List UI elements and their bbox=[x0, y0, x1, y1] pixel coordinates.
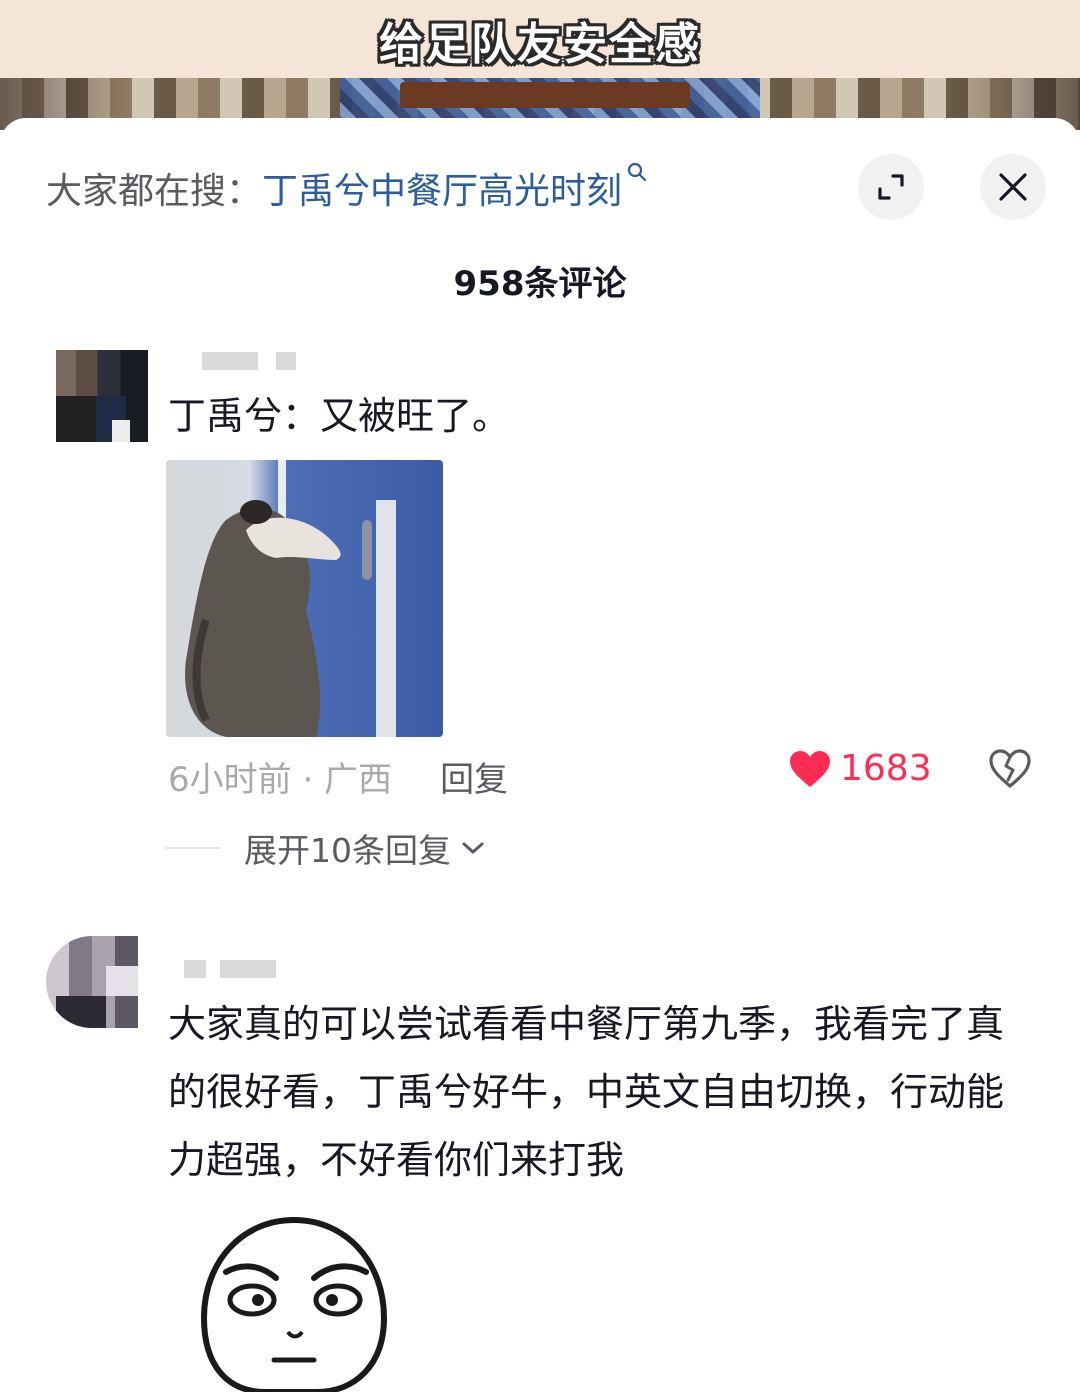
reply-button[interactable]: 回复 bbox=[440, 752, 508, 801]
username-redacted[interactable] bbox=[202, 352, 258, 370]
expand-replies-label: 展开10条回复 bbox=[244, 831, 451, 870]
expand-icon bbox=[878, 174, 904, 200]
dislike-button[interactable] bbox=[988, 748, 1032, 794]
username-redacted[interactable] bbox=[220, 960, 276, 978]
username-redacted[interactable] bbox=[184, 960, 206, 978]
avatar[interactable] bbox=[56, 350, 148, 442]
search-icon bbox=[627, 162, 647, 182]
possum-sticker bbox=[166, 460, 396, 737]
comment-text: 大家真的可以尝试看看中餐厅第九季，我看完了真的很好看，丁禹兮好牛，中英文自由切换… bbox=[168, 1002, 1005, 1182]
comment-meta: 6小时前 · 广西 回复 bbox=[168, 752, 508, 801]
divider-line bbox=[166, 847, 220, 849]
trending-search-prefix: 大家都在搜： bbox=[46, 171, 263, 212]
close-icon bbox=[999, 173, 1027, 201]
comment-sheet: 大家都在搜： 丁禹兮中餐厅高光时刻 958条评论 丁禹兮：又被旺了。 6小时前 … bbox=[0, 118, 1080, 1392]
meme-face-sticker[interactable] bbox=[196, 1214, 392, 1392]
avatar[interactable] bbox=[46, 936, 138, 1028]
video-caption: 给足队友安全感 bbox=[379, 19, 701, 70]
video-frame-detail bbox=[400, 82, 690, 108]
broken-heart-icon bbox=[989, 749, 1031, 788]
expand-replies-button[interactable]: 展开10条回复 bbox=[166, 824, 485, 872]
comment-sticker-image[interactable] bbox=[166, 460, 443, 737]
like-button[interactable]: 1683 bbox=[788, 748, 932, 789]
avatar-pixel bbox=[112, 420, 130, 442]
username-redacted[interactable] bbox=[276, 352, 296, 370]
chevron-down-icon bbox=[462, 842, 484, 854]
like-count: 1683 bbox=[840, 748, 932, 789]
avatar-pixel bbox=[56, 396, 96, 442]
comment-text: 丁禹兮：又被旺了。 bbox=[168, 394, 511, 438]
avatar-pixel bbox=[106, 966, 138, 996]
avatar-pixel bbox=[56, 996, 106, 1028]
trending-search-bar[interactable]: 大家都在搜： 丁禹兮中餐厅高光时刻 bbox=[46, 160, 648, 216]
trending-search-term[interactable]: 丁禹兮中餐厅高光时刻 bbox=[262, 162, 622, 214]
expand-button[interactable] bbox=[858, 154, 924, 220]
heart-icon bbox=[790, 750, 830, 787]
close-button[interactable] bbox=[980, 154, 1046, 220]
comment-time-location: 6小时前 · 广西 bbox=[168, 760, 393, 800]
comment-count: 958条评论 bbox=[453, 264, 627, 304]
